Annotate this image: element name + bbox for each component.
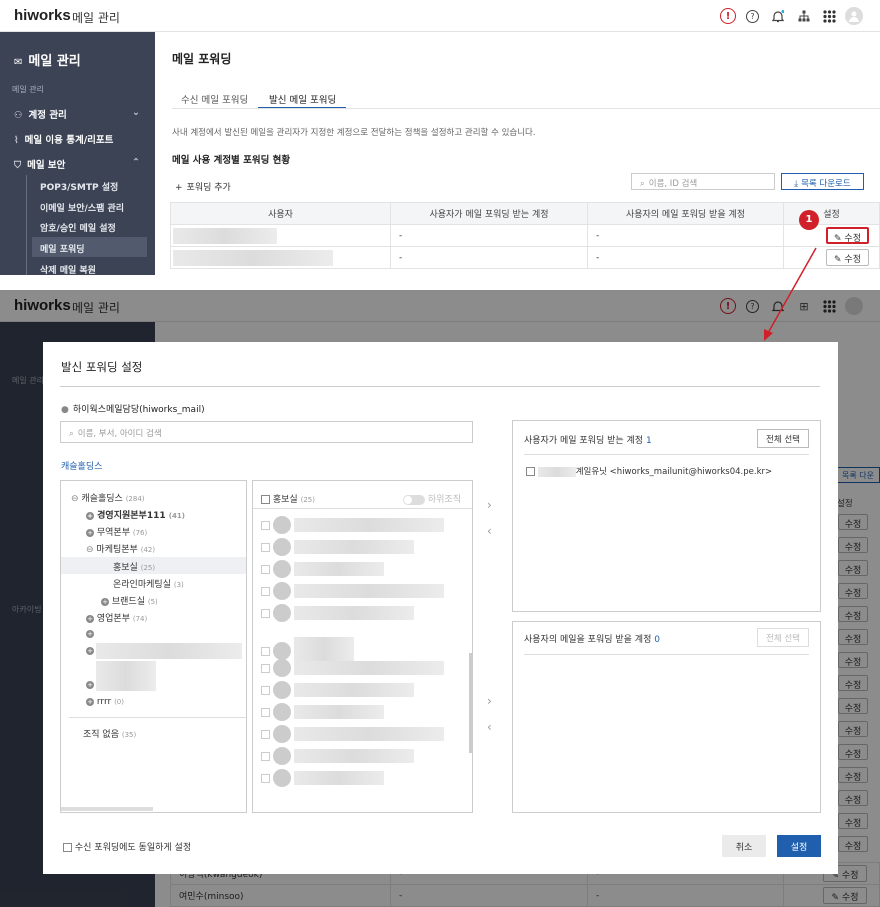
annotation-arrow [764,247,817,341]
